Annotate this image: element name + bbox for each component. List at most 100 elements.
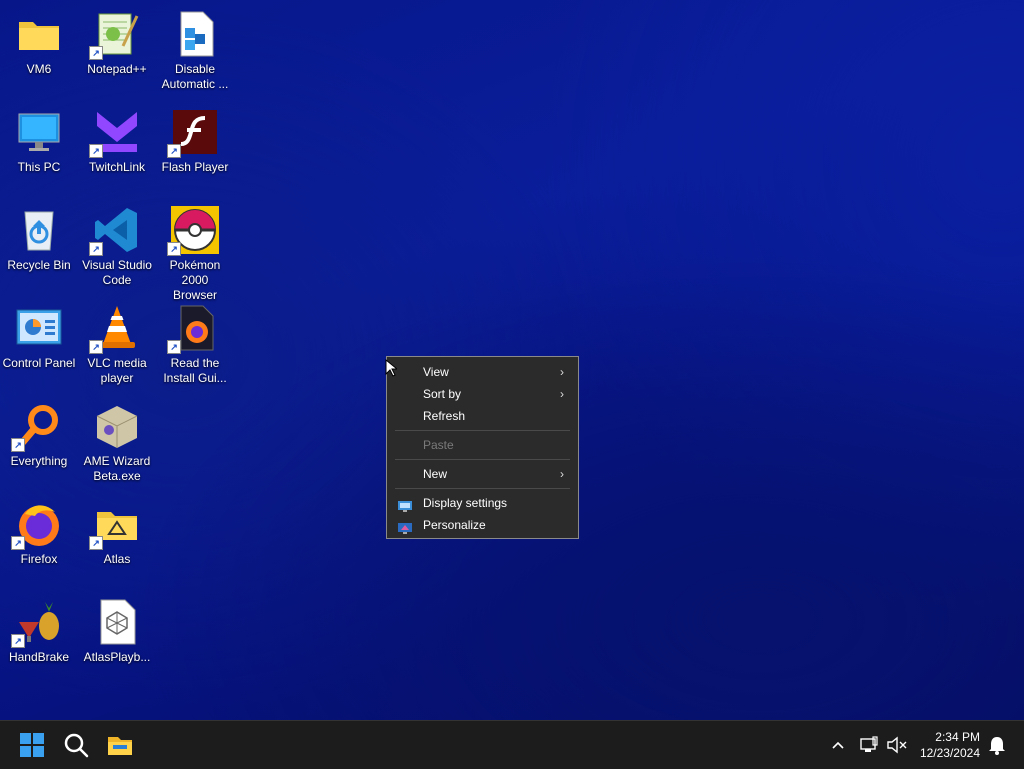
firefox-icon: ↗ xyxy=(11,500,63,550)
notifications-button[interactable] xyxy=(984,729,1010,761)
desktop-icon-firefox[interactable]: ↗ Firefox xyxy=(0,494,78,588)
desktop-icon-handbrake[interactable]: ↗ HandBrake xyxy=(0,592,78,686)
desktop-icon-vscode[interactable]: ↗ Visual Studio Code xyxy=(78,200,156,294)
ame-wizard-icon xyxy=(93,402,141,450)
shortcut-arrow-icon: ↗ xyxy=(11,634,25,648)
desktop-icon-notepad-plus-plus[interactable]: ↗ Notepad++ xyxy=(78,4,156,98)
menu-item-label: New xyxy=(423,467,448,481)
atlas-folder-icon: ↗ xyxy=(89,500,141,550)
show-hidden-icons-button[interactable] xyxy=(826,729,850,761)
icon-label: Notepad++ xyxy=(87,62,147,76)
chevron-right-icon: › xyxy=(560,467,564,481)
menu-separator xyxy=(395,488,570,489)
icon-label: VLC media player xyxy=(87,356,147,385)
menu-item-label: Paste xyxy=(423,438,454,452)
search-icon xyxy=(64,733,89,758)
desktop-icon-pokemon-browser[interactable]: ↗ Pokémon 2000 Browser xyxy=(156,200,234,302)
shortcut-arrow-icon: ↗ xyxy=(89,340,103,354)
icon-label: Visual Studio Code xyxy=(82,258,152,287)
desktop-icon-this-pc[interactable]: This PC xyxy=(0,102,78,196)
volume-button[interactable] xyxy=(884,729,910,761)
vlc-cone-icon: ↗ xyxy=(89,304,141,354)
monitor-icon xyxy=(15,108,63,156)
menu-separator xyxy=(395,430,570,431)
icon-label: Read the Install Gui... xyxy=(163,356,227,385)
menu-item-new[interactable]: New › xyxy=(387,463,578,485)
clock-time: 2:34 PM xyxy=(935,730,980,744)
taskbar: 2:34 PM 12/23/2024 xyxy=(0,720,1024,769)
menu-item-personalize[interactable]: Personalize xyxy=(387,514,578,536)
twitchlink-icon: ↗ xyxy=(89,108,141,158)
bell-icon xyxy=(989,737,1005,755)
icon-label: Control Panel xyxy=(2,356,76,370)
icon-label: Firefox xyxy=(20,552,58,566)
icon-label: Recycle Bin xyxy=(7,258,71,272)
desktop-icon-atlasplayback[interactable]: AtlasPlayb... xyxy=(78,592,156,686)
chevron-up-icon xyxy=(832,741,844,749)
icon-label: TwitchLink xyxy=(88,160,146,174)
personalize-icon xyxy=(398,519,412,534)
desktop-icon-atlas[interactable]: ↗ Atlas xyxy=(78,494,156,588)
menu-item-paste: Paste xyxy=(387,434,578,456)
firefox-document-icon: ↗ xyxy=(167,304,219,354)
menu-item-label: Display settings xyxy=(423,496,508,510)
icon-label: VM6 xyxy=(26,62,52,76)
icon-label: AtlasPlayb... xyxy=(83,650,151,664)
icon-label: Disable Automatic ... xyxy=(161,62,229,91)
menu-item-display-settings[interactable]: Display settings xyxy=(387,492,578,514)
desktop-icon-control-panel[interactable]: Control Panel xyxy=(0,298,78,392)
desktop-icon-read-install-guide[interactable]: ↗ Read the Install Gui... xyxy=(156,298,234,392)
network-icon xyxy=(860,736,878,752)
script-cubes-icon xyxy=(171,10,219,58)
menu-item-label: Sort by xyxy=(423,387,462,401)
folder-icon xyxy=(15,10,63,58)
chevron-right-icon: › xyxy=(560,365,564,379)
chevron-right-icon: › xyxy=(560,387,564,401)
display-settings-icon xyxy=(398,497,412,512)
icon-label: Everything xyxy=(10,454,68,468)
shortcut-arrow-icon: ↗ xyxy=(89,46,103,60)
menu-item-label: Refresh xyxy=(423,409,466,423)
desktop-icon-twitchlink[interactable]: ↗ TwitchLink xyxy=(78,102,156,196)
control-panel-icon xyxy=(15,304,63,352)
icon-label: Pokémon 2000 Browser xyxy=(169,258,221,302)
shortcut-arrow-icon: ↗ xyxy=(89,536,103,550)
desktop-icon-everything[interactable]: ↗ Everything xyxy=(0,396,78,490)
menu-separator xyxy=(395,459,570,460)
desktop-icon-disable-automatic[interactable]: Disable Automatic ... xyxy=(156,4,234,98)
shortcut-arrow-icon: ↗ xyxy=(11,438,25,452)
file-explorer-icon xyxy=(108,737,132,755)
icon-label: AME Wizard Beta.exe xyxy=(83,454,151,483)
pokeball-icon: ↗ xyxy=(167,206,219,256)
speaker-muted-icon xyxy=(887,736,907,754)
magnifier-icon: ↗ xyxy=(11,402,63,452)
flash-player-icon: ↗ xyxy=(167,108,219,158)
desktop-context-menu: View › Sort by › Refresh Paste New › Dis… xyxy=(386,356,579,539)
menu-item-sort-by[interactable]: Sort by › xyxy=(387,383,578,405)
mouse-pointer-icon xyxy=(385,358,399,377)
desktop-icon-vlc[interactable]: ↗ VLC media player xyxy=(78,298,156,392)
clock[interactable]: 2:34 PM 12/23/2024 xyxy=(920,729,980,761)
windows-logo-icon xyxy=(20,733,44,757)
network-button[interactable] xyxy=(856,729,882,761)
recycle-bin-icon xyxy=(15,206,63,254)
menu-item-label: Personalize xyxy=(423,518,486,532)
desktop-icon-vm6[interactable]: VM6 xyxy=(0,4,78,98)
menu-item-refresh[interactable]: Refresh xyxy=(387,405,578,427)
file-explorer-button[interactable] xyxy=(104,729,136,761)
desktop-icon-ame-wizard[interactable]: AME Wizard Beta.exe xyxy=(78,396,156,490)
shortcut-arrow-icon: ↗ xyxy=(167,242,181,256)
shortcut-arrow-icon: ↗ xyxy=(89,144,103,158)
desktop-icon-recycle-bin[interactable]: Recycle Bin xyxy=(0,200,78,294)
vscode-icon: ↗ xyxy=(89,206,141,256)
shortcut-arrow-icon: ↗ xyxy=(11,536,25,550)
notepad-plus-plus-icon: ↗ xyxy=(89,10,141,60)
menu-item-label: View xyxy=(423,365,449,379)
icon-label: Flash Player xyxy=(161,160,229,174)
desktop-icon-flash-player[interactable]: ↗ Flash Player xyxy=(156,102,234,196)
menu-item-view[interactable]: View › xyxy=(387,361,578,383)
shortcut-arrow-icon: ↗ xyxy=(167,144,181,158)
search-button[interactable] xyxy=(60,729,92,761)
start-button[interactable] xyxy=(16,729,48,761)
handbrake-icon: ↗ xyxy=(11,598,63,648)
